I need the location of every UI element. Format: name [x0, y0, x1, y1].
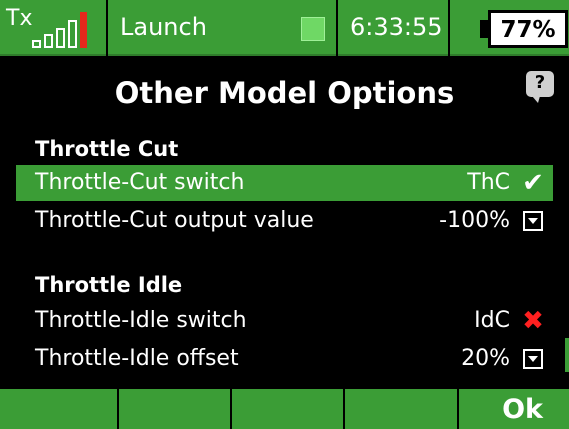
row-throttle-idle-offset[interactable]: Throttle-Idle offset 20% — [16, 341, 553, 377]
row-value: 20% — [461, 346, 510, 371]
ok-button-label: Ok — [502, 394, 543, 425]
battery-tip-icon — [480, 20, 488, 38]
ok-button[interactable]: Ok — [459, 389, 569, 429]
time-cell: 6:33:55 — [338, 0, 448, 56]
battery-icon: 77% — [488, 10, 568, 48]
cross-icon: ✖ — [522, 306, 544, 336]
help-icon[interactable]: ? — [526, 71, 554, 103]
softkey-2[interactable] — [119, 389, 230, 429]
signal-low-indicator — [80, 12, 87, 48]
battery-percent: 77% — [500, 17, 556, 43]
model-name-cell[interactable]: Launch — [108, 0, 336, 56]
row-value: ThC — [467, 170, 510, 195]
battery-indicator: 77% — [450, 0, 569, 56]
dropdown-arrow-icon[interactable] — [523, 349, 543, 369]
signal-bar — [32, 40, 41, 48]
check-icon: ✔ — [522, 168, 544, 198]
transmitter-signal: Tx — [0, 0, 106, 56]
signal-bars-icon — [32, 12, 102, 48]
row-throttle-idle-switch[interactable]: Throttle-Idle switch IdC ✖ — [16, 303, 553, 339]
row-throttle-cut-output-value[interactable]: Throttle-Cut output value -100% — [16, 203, 553, 239]
softkey-3[interactable] — [232, 389, 343, 429]
row-value: IdC — [474, 308, 510, 333]
status-bar: Tx Launch 6:33:55 77% — [0, 0, 569, 56]
softkey-1[interactable] — [0, 389, 117, 429]
softkey-4[interactable] — [345, 389, 457, 429]
dropdown-arrow-icon[interactable] — [523, 211, 543, 231]
signal-bar — [56, 28, 65, 48]
row-label: Throttle-Cut switch — [35, 170, 245, 195]
model-name: Launch — [120, 13, 207, 41]
signal-bar — [68, 20, 77, 48]
clock-time: 6:33:55 — [350, 13, 443, 41]
row-throttle-cut-switch[interactable]: Throttle-Cut switch ThC ✔ — [16, 165, 553, 201]
screen: Tx Launch 6:33:55 77% Other Model Option… — [0, 0, 569, 429]
section-header-throttle-cut: Throttle Cut — [35, 137, 179, 161]
signal-bar — [44, 34, 53, 48]
row-value: -100% — [439, 208, 510, 233]
tx-label: Tx — [6, 6, 33, 31]
section-header-throttle-idle: Throttle Idle — [35, 273, 183, 297]
row-label: Throttle-Idle switch — [35, 308, 247, 333]
row-label: Throttle-Idle offset — [35, 346, 239, 371]
page-title: Other Model Options — [114, 76, 455, 110]
model-status-square-icon — [301, 17, 325, 41]
scrollbar-indicator[interactable] — [565, 338, 569, 372]
row-label: Throttle-Cut output value — [35, 208, 314, 233]
softkey-bar: Ok — [0, 389, 569, 429]
